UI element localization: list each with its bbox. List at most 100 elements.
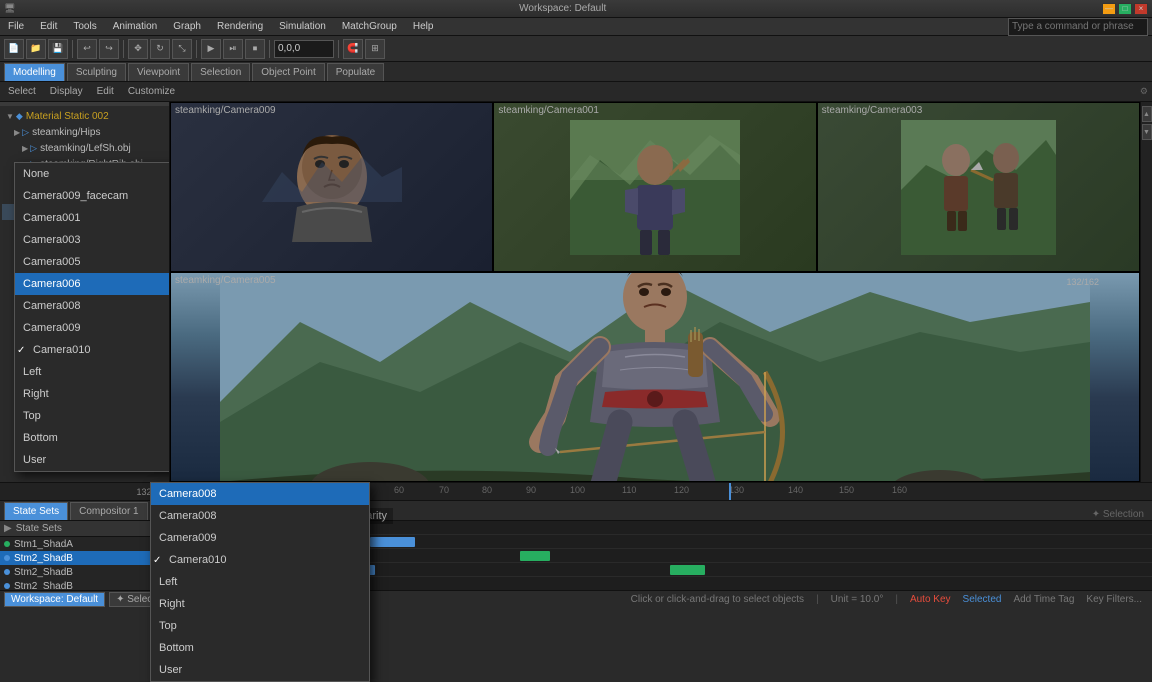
search-input[interactable] xyxy=(1008,18,1148,36)
toolbar-snap[interactable]: 🧲 xyxy=(343,39,363,59)
state-item-0[interactable]: Stm1_ShadA xyxy=(0,537,169,551)
cam2-user[interactable]: User xyxy=(151,659,369,681)
cam2-bottom-label: Bottom xyxy=(159,642,194,654)
cam-006[interactable]: Camera006 xyxy=(15,273,170,295)
tab-sculpting[interactable]: Sculpting xyxy=(67,63,126,81)
toolbar-play[interactable]: ⏯ xyxy=(223,39,243,59)
vp-main-label: steamking/Camera005 xyxy=(175,275,276,286)
toolbar-grid[interactable]: ⊞ xyxy=(365,39,385,59)
cam-010[interactable]: ✓Camera010 xyxy=(15,339,170,361)
cam-005[interactable]: Camera005 xyxy=(15,251,170,273)
tree-item-material[interactable]: ▼ ◆ Material Static 002 xyxy=(2,108,167,124)
state-dot-3 xyxy=(4,583,10,589)
state-item-1[interactable]: Stm2_ShadB xyxy=(0,551,169,565)
cam-005-label: Camera005 xyxy=(23,256,80,268)
viewport-top-right[interactable]: steamking/Camera003 xyxy=(817,102,1140,272)
minimize-button[interactable]: — xyxy=(1102,3,1116,15)
toolbar-rotate[interactable]: ↻ xyxy=(150,39,170,59)
viewport-top-left[interactable]: steamking/Camera009 xyxy=(170,102,493,272)
cam2-left[interactable]: Left xyxy=(151,571,369,593)
track-bar-10 xyxy=(670,565,705,575)
cam2-top[interactable]: Top xyxy=(151,615,369,637)
tick-150: 150 xyxy=(839,485,854,495)
key-filters[interactable]: Key Filters... xyxy=(1086,594,1142,605)
cam-user-label: User xyxy=(23,454,46,466)
toolbar-stop[interactable]: ⏹ xyxy=(245,39,265,59)
cam2-right[interactable]: Right xyxy=(151,593,369,615)
toolbar-move[interactable]: ✥ xyxy=(128,39,148,59)
toolbar-render[interactable]: ▶ xyxy=(201,39,221,59)
cam-left-label: Left xyxy=(23,366,41,378)
sep1 xyxy=(72,40,73,58)
toolbar-new[interactable]: 📄 xyxy=(4,39,24,59)
viewport-main[interactable]: steamking/Camera005 132/162 xyxy=(170,272,1140,482)
edge-btn-1[interactable]: ▲ xyxy=(1142,106,1152,122)
cam2-010[interactable]: ✓Camera010 xyxy=(151,549,369,571)
tab-modelling[interactable]: Modelling xyxy=(4,63,65,81)
toolbar-scale[interactable]: ⤡ xyxy=(172,39,192,59)
cam-left[interactable]: Left xyxy=(15,361,170,383)
cam-user[interactable]: User xyxy=(15,449,170,471)
camera-dropdown: None Camera009_facecam Camera001 Camera0… xyxy=(14,162,170,472)
cam-right[interactable]: Right xyxy=(15,383,170,405)
menu-edit[interactable]: Edit xyxy=(36,21,61,32)
menu-rendering[interactable]: Rendering xyxy=(213,21,267,32)
cam-008[interactable]: Camera008 xyxy=(15,295,170,317)
state-label-1: Stm2_ShadB xyxy=(14,553,73,564)
cam2-right-label: Right xyxy=(159,598,185,610)
ws-tab-default[interactable]: Workspace: Default xyxy=(4,592,105,607)
sub-display[interactable]: Display xyxy=(46,85,87,98)
cam-009[interactable]: Camera009 xyxy=(15,317,170,339)
viewport: steamking/Camera009 xyxy=(170,102,1140,482)
sub-customize[interactable]: Customize xyxy=(124,85,179,98)
toolbar-undo[interactable]: ↩ xyxy=(77,39,97,59)
toolbar-redo[interactable]: ↪ xyxy=(99,39,119,59)
sub-edit[interactable]: Edit xyxy=(93,85,118,98)
viewport-top-mid[interactable]: steamking/Camera001 xyxy=(493,102,816,272)
state-item-3[interactable]: Stm2_ShadB xyxy=(0,579,169,590)
state-dot-2 xyxy=(4,569,10,575)
cam2-009[interactable]: Camera009 xyxy=(151,527,369,549)
cam-009facecam[interactable]: Camera009_facecam xyxy=(15,185,170,207)
tab-selection[interactable]: Selection xyxy=(191,63,250,81)
state-item-2[interactable]: Stm2_ShadB xyxy=(0,565,169,579)
add-time-tag[interactable]: Add Time Tag xyxy=(1013,594,1074,605)
menu-animation[interactable]: Animation xyxy=(109,21,161,32)
menu-help[interactable]: Help xyxy=(409,21,438,32)
sub-select[interactable]: Select xyxy=(4,85,40,98)
cam-none[interactable]: None xyxy=(15,163,170,185)
menu-graph[interactable]: Graph xyxy=(169,21,205,32)
tick-140: 140 xyxy=(788,485,803,495)
menu-simulation[interactable]: Simulation xyxy=(275,21,330,32)
main-area: ▼ ◆ Material Static 002 ▶ ▷ steamking/Hi… xyxy=(0,102,1152,482)
edge-btn-2[interactable]: ▼ xyxy=(1142,124,1152,140)
sep2 xyxy=(123,40,124,58)
state-dot-1 xyxy=(4,555,10,561)
tab-compositor[interactable]: Compositor 1 xyxy=(70,502,147,520)
tab-viewpoint[interactable]: Viewpoint xyxy=(128,63,189,81)
tree-item-hips[interactable]: ▶ ▷ steamking/Hips xyxy=(2,124,167,140)
frame-counter: 132/162 xyxy=(1066,277,1099,287)
tab-populate[interactable]: Populate xyxy=(327,63,384,81)
tab-object-point[interactable]: Object Point xyxy=(252,63,324,81)
close-button[interactable]: × xyxy=(1134,3,1148,15)
playhead[interactable] xyxy=(729,483,731,500)
toolbar-value-input[interactable] xyxy=(274,40,334,58)
cam-003[interactable]: Camera003 xyxy=(15,229,170,251)
menu-file[interactable]: File xyxy=(4,21,28,32)
cam-bottom[interactable]: Bottom xyxy=(15,427,170,449)
character-topmid xyxy=(570,120,740,255)
toolbar-save[interactable]: 💾 xyxy=(48,39,68,59)
menu-tools[interactable]: Tools xyxy=(69,21,100,32)
cam2-bottom[interactable]: Bottom xyxy=(151,637,369,659)
menu-matchgroup[interactable]: MatchGroup xyxy=(338,21,401,32)
cam2-008b[interactable]: Camera008 xyxy=(151,505,369,527)
cam-009facecam-label: Camera009_facecam xyxy=(23,190,128,202)
toolbar-open[interactable]: 📁 xyxy=(26,39,46,59)
tab-state-sets[interactable]: State Sets xyxy=(4,502,68,520)
cam-top[interactable]: Top xyxy=(15,405,170,427)
tree-item-leftsh[interactable]: ▶ ▷ steamking/LefSh.obj xyxy=(2,140,167,156)
cam-001[interactable]: Camera001 xyxy=(15,207,170,229)
cam2-008a[interactable]: Camera008 xyxy=(151,483,369,505)
maximize-button[interactable]: □ xyxy=(1118,3,1132,15)
